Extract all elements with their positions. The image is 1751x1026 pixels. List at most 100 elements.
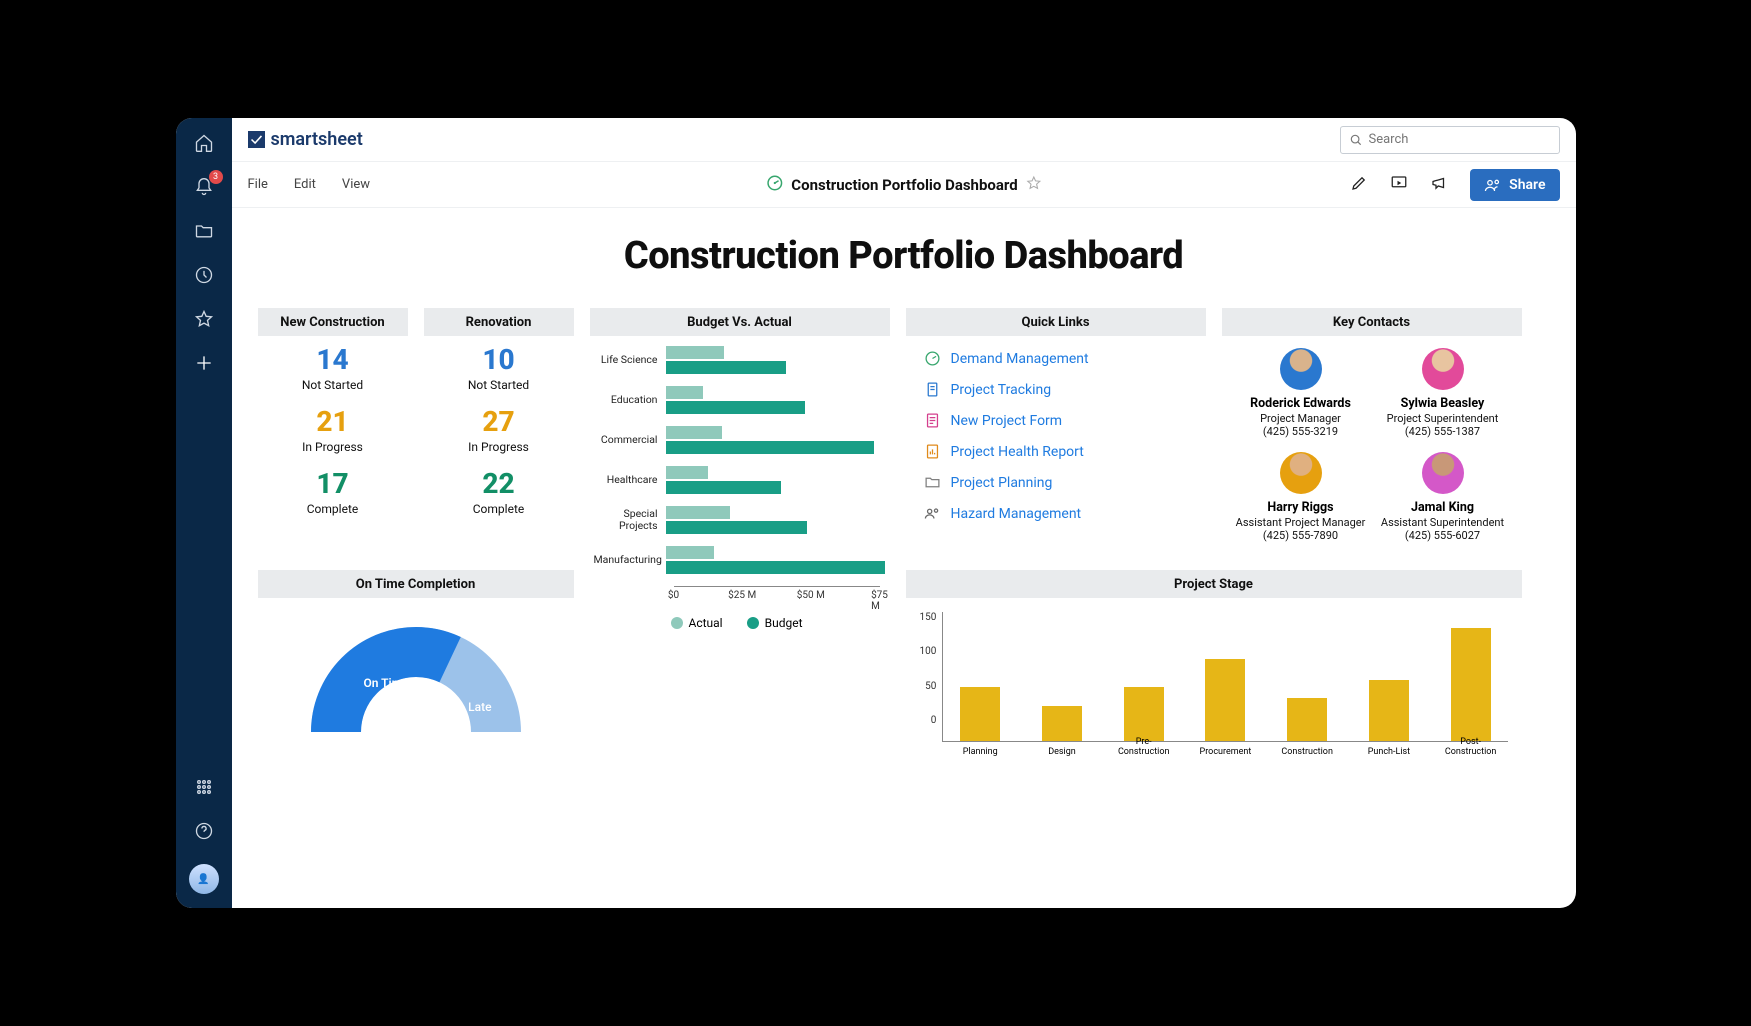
stat-value: 17 (258, 470, 408, 498)
quick-link[interactable]: Demand Management (924, 350, 1188, 367)
report-icon (924, 443, 941, 460)
budget-bar (666, 441, 875, 454)
menu-file[interactable]: File (248, 177, 268, 192)
apps-icon[interactable] (193, 776, 215, 798)
contact-phone: (425) 555-6027 (1372, 529, 1514, 542)
share-button[interactable]: Share (1470, 169, 1559, 201)
contact-name: Jamal King (1372, 500, 1514, 515)
stat-label: In Progress (258, 440, 408, 454)
notifications-badge: 3 (209, 170, 223, 184)
chart-row: Education (594, 386, 880, 414)
key-contacts-card: Key Contacts Roderick Edwards Project Ma… (1222, 308, 1522, 554)
stage-bar (1042, 706, 1082, 741)
contact-role: Assistant Project Manager (1230, 516, 1372, 529)
stage-bar-item: Procurement (1193, 659, 1259, 741)
recents-icon[interactable] (193, 264, 215, 286)
contact-role: Project Superintendent (1372, 412, 1514, 425)
quick-link[interactable]: Project Health Report (924, 443, 1188, 460)
category-label: Special Projects (594, 508, 666, 532)
chart-legend: Actual Budget (594, 616, 880, 630)
notifications-icon[interactable]: 3 (193, 176, 215, 198)
quick-link-label: New Project Form (951, 413, 1063, 429)
brand[interactable]: smartsheet (248, 129, 363, 150)
quick-link[interactable]: Hazard Management (924, 505, 1188, 522)
app-shell: 3 👤 smartsheet Search File Edit (176, 118, 1576, 908)
quick-links-list: Demand Management Project Tracking New P… (906, 336, 1206, 536)
x-axis: $0$25 M$50 M$75 M (674, 586, 880, 602)
help-icon[interactable] (193, 820, 215, 842)
chart-row: Healthcare (594, 466, 880, 494)
share-label: Share (1509, 177, 1545, 193)
quick-link[interactable]: Project Planning (924, 474, 1188, 491)
card-header: Budget Vs. Actual (590, 308, 890, 336)
user-avatar[interactable]: 👤 (189, 864, 219, 894)
stat-label: Complete (424, 502, 574, 516)
actual-bar (666, 546, 714, 559)
create-icon[interactable] (193, 352, 215, 374)
contact-card[interactable]: Roderick Edwards Project Manager (425) 5… (1230, 348, 1372, 438)
category-label: Manufacturing (594, 554, 666, 566)
folder-icon (924, 474, 941, 491)
stage-label: Construction (1277, 747, 1337, 757)
budget-bar (666, 481, 781, 494)
brand-mark-icon (248, 131, 265, 148)
card-header: New Construction (258, 308, 408, 336)
stage-bar-item: Pre-Construction (1111, 687, 1177, 741)
announce-icon[interactable] (1430, 174, 1448, 196)
stage-y-axis: 150100500 (920, 612, 943, 742)
contact-phone: (425) 555-3219 (1230, 425, 1372, 438)
contact-card[interactable]: Harry Riggs Assistant Project Manager (4… (1230, 452, 1372, 542)
stage-label: Procurement (1195, 747, 1255, 757)
contact-role: Project Manager (1230, 412, 1372, 425)
category-label: Healthcare (594, 474, 666, 486)
stage-label: Punch-List (1359, 747, 1419, 757)
file-icon (924, 381, 941, 398)
left-nav-rail: 3 👤 (176, 118, 232, 908)
search-input[interactable]: Search (1340, 126, 1560, 154)
contact-avatar (1280, 348, 1322, 390)
card-header: Renovation (424, 308, 574, 336)
contact-avatar (1422, 452, 1464, 494)
folder-icon[interactable] (193, 220, 215, 242)
new-construction-card: New Construction 14Not Started 21In Prog… (258, 308, 408, 554)
stage-chart: Planning Design Pre-Construction Procure… (942, 612, 1507, 742)
stat-value: 22 (424, 470, 574, 498)
stat-label: In Progress (424, 440, 574, 454)
category-label: Commercial (594, 434, 666, 446)
stat-label: Not Started (424, 378, 574, 392)
present-icon[interactable] (1390, 174, 1408, 196)
contact-name: Sylwia Beasley (1372, 396, 1514, 411)
quick-link[interactable]: Project Tracking (924, 381, 1188, 398)
actual-bar (666, 426, 722, 439)
stat-value: 21 (258, 408, 408, 436)
contact-card[interactable]: Jamal King Assistant Superintendent (425… (1372, 452, 1514, 542)
document-title-text: Construction Portfolio Dashboard (791, 176, 1017, 194)
stage-bar-item: Design (1029, 706, 1095, 741)
actual-bar (666, 386, 703, 399)
favorites-icon[interactable] (193, 308, 215, 330)
actual-bar (666, 506, 730, 519)
stage-bar-item: Planning (947, 687, 1013, 741)
stat-value: 27 (424, 408, 574, 436)
menu-view[interactable]: View (342, 177, 370, 192)
stage-bar-item: Punch-List (1356, 680, 1422, 741)
quick-link-label: Project Health Report (951, 444, 1084, 460)
chart-row: Commercial (594, 426, 880, 454)
search-placeholder: Search (1369, 132, 1409, 147)
brand-text: smartsheet (271, 129, 363, 150)
stage-bar (1451, 628, 1491, 741)
contact-card[interactable]: Sylwia Beasley Project Superintendent (4… (1372, 348, 1514, 438)
chart-row: Life Science (594, 346, 880, 374)
quick-link[interactable]: New Project Form (924, 412, 1188, 429)
menu-edit[interactable]: Edit (294, 177, 316, 192)
star-icon[interactable] (1026, 175, 1042, 195)
document-title: Construction Portfolio Dashboard (765, 174, 1041, 196)
category-label: Life Science (594, 354, 666, 366)
edit-icon[interactable] (1350, 174, 1368, 196)
stage-label: Post-Construction (1441, 737, 1501, 757)
contact-name: Harry Riggs (1230, 500, 1372, 515)
contact-role: Assistant Superintendent (1372, 516, 1514, 529)
home-icon[interactable] (193, 132, 215, 154)
stat-label: Not Started (258, 378, 408, 392)
stage-bar (1124, 687, 1164, 741)
